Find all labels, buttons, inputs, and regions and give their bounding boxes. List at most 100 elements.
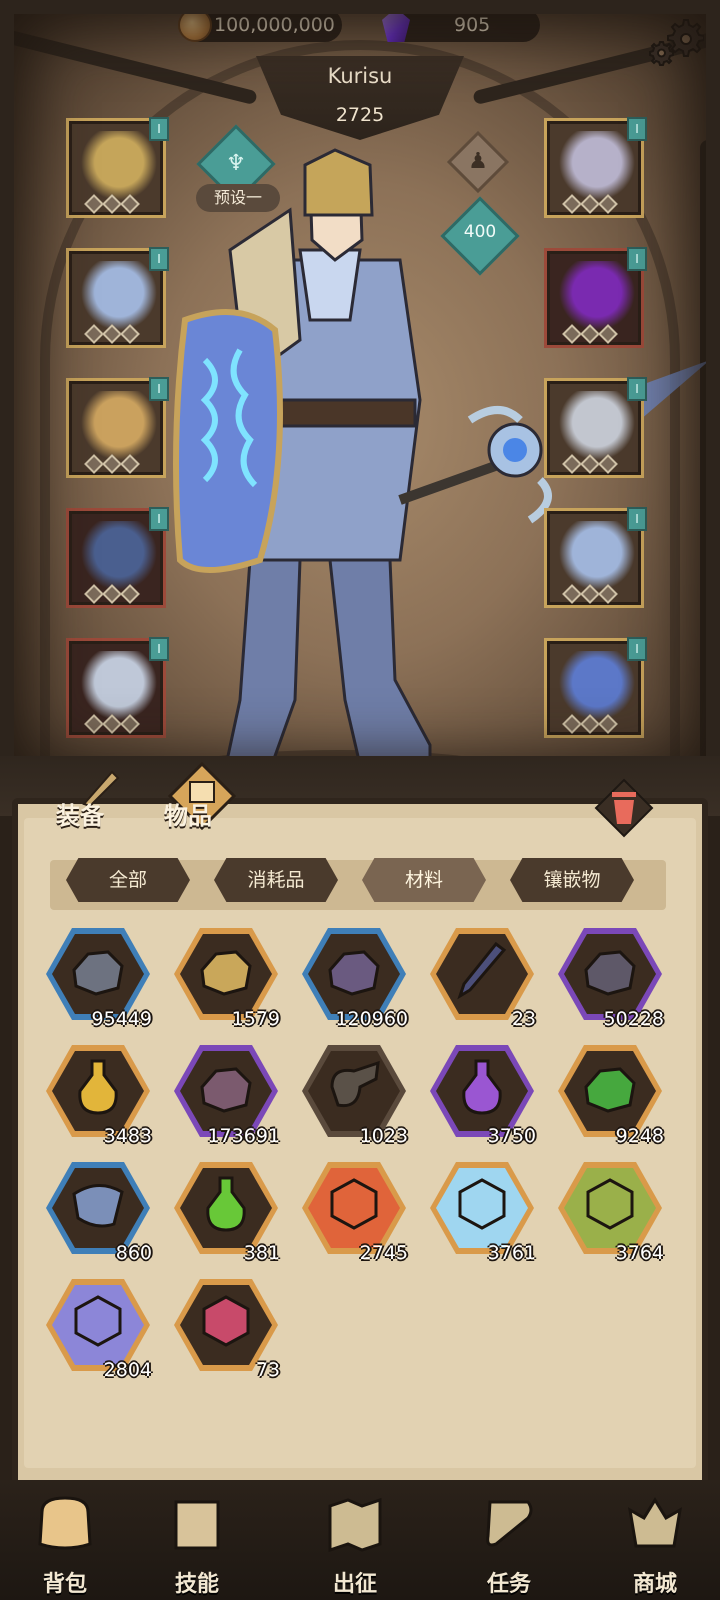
equipment-slot-armor[interactable]: I [66, 247, 169, 348]
tier-badge: I [149, 377, 169, 401]
filter-tab-2[interactable]: 材料 [362, 858, 486, 902]
socket-row [84, 324, 140, 344]
tier-badge: I [149, 507, 169, 531]
scroll-bundle-icon [330, 1060, 380, 1108]
socket-diamond-icon [598, 454, 618, 474]
inventory-item[interactable]: 2804 [42, 1277, 154, 1381]
inventory-item[interactable]: 9248 [554, 1043, 666, 1147]
fire-rune-icon [330, 1178, 378, 1230]
inventory-item[interactable]: 860 [42, 1160, 154, 1264]
inventory-item[interactable]: 23 [426, 926, 538, 1030]
socket-row [562, 194, 618, 214]
iron-ore-icon [72, 950, 124, 996]
inventory-item[interactable]: 3764 [554, 1160, 666, 1264]
socket-row [84, 194, 140, 214]
socket-diamond-icon [120, 584, 140, 604]
gold-ore-icon [200, 950, 252, 996]
socket-row [562, 324, 618, 344]
item-count: 3761 [487, 1242, 536, 1264]
nav-label: 出征 [332, 1572, 377, 1597]
ink-pen-icon [457, 941, 507, 1000]
inventory-item[interactable]: 1579 [170, 926, 282, 1030]
socket-diamond-icon [562, 194, 582, 214]
socket-diamond-icon [580, 714, 600, 734]
nav-quest-scroll[interactable]: 任务 [454, 1484, 564, 1600]
equipment-slot-offhand[interactable]: I [544, 637, 647, 738]
battle-map-icon [328, 1497, 382, 1553]
pants-icon [81, 521, 157, 591]
socket-diamond-icon [598, 584, 618, 604]
tier-badge: I [627, 507, 647, 531]
item-count: 173691 [207, 1125, 280, 1147]
item-count: 3483 [103, 1125, 152, 1147]
socket-diamond-icon [120, 194, 140, 214]
inventory-item[interactable]: 95449 [42, 926, 154, 1030]
socket-diamond-icon [562, 714, 582, 734]
amethyst-ore-icon [328, 950, 380, 996]
coin-icon [178, 8, 212, 42]
equipment-slot-helmet[interactable]: I [66, 117, 169, 218]
shield-icon [559, 651, 635, 721]
inventory-item[interactable]: 2745 [298, 1160, 410, 1264]
socket-diamond-icon [84, 584, 104, 604]
equipment-slot-boots[interactable]: I [66, 637, 169, 738]
item-count: 9248 [615, 1125, 664, 1147]
equipment-slot-necklace[interactable]: I [544, 117, 647, 218]
equipment-slot-ring[interactable]: I [544, 377, 647, 478]
necklace-icon [559, 131, 635, 201]
settings-gear-icon[interactable] [648, 12, 704, 68]
filter-tab-0[interactable]: 全部 [66, 858, 190, 902]
tier-badge: I [149, 247, 169, 271]
socket-row [84, 714, 140, 734]
ice-rune-icon [458, 1178, 506, 1230]
skill-book-icon [174, 1500, 220, 1550]
yellow-potion-icon [78, 1059, 118, 1115]
equipment-slot-bracelet[interactable]: I [544, 247, 647, 348]
nav-label: 商城 [632, 1572, 677, 1597]
inventory-item[interactable]: 120960 [298, 926, 410, 1030]
item-count: 1579 [231, 1008, 280, 1030]
character-level: 400 [463, 222, 497, 242]
item-count: 381 [243, 1242, 280, 1264]
bracelet-icon [559, 261, 635, 331]
tab-equipment[interactable]: 装备 [56, 796, 104, 831]
socket-row [84, 454, 140, 474]
trash-can-icon[interactable] [594, 778, 654, 838]
tier-badge: I [149, 637, 169, 661]
socket-diamond-icon [562, 454, 582, 474]
quest-scroll-icon [486, 1500, 533, 1547]
equipment-slot-pants[interactable]: I [66, 507, 169, 608]
socket-diamond-icon [562, 324, 582, 344]
tab-items[interactable]: 物品 [164, 796, 212, 831]
filter-tab-3[interactable]: 镶嵌物 [510, 858, 634, 902]
item-count: 3764 [615, 1242, 664, 1264]
equipment-slot-weapon[interactable]: I [544, 507, 647, 608]
socket-diamond-icon [102, 324, 122, 344]
nav-shop-crown[interactable]: 商城 [600, 1484, 710, 1600]
helmet-icon [81, 131, 157, 201]
preset-button[interactable]: 预设一 [196, 184, 280, 212]
inventory-item[interactable]: 3483 [42, 1043, 154, 1147]
nav-skill-book[interactable]: 技能 [142, 1484, 252, 1600]
socket-diamond-icon [84, 714, 104, 734]
equipment-slot-gloves[interactable]: I [66, 377, 169, 478]
socket-row [562, 584, 618, 604]
nav-backpack[interactable]: 背包 [10, 1484, 120, 1600]
dark-ore-icon [584, 950, 636, 996]
inventory-item[interactable]: 73 [170, 1277, 282, 1381]
inventory-item[interactable]: 3750 [426, 1043, 538, 1147]
inventory-item[interactable]: 173691 [170, 1043, 282, 1147]
filter-tab-1[interactable]: 消耗品 [214, 858, 338, 902]
socket-row [562, 454, 618, 474]
socket-diamond-icon [580, 454, 600, 474]
character-power: 2725 [335, 104, 385, 126]
inventory-item[interactable]: 3761 [426, 1160, 538, 1264]
inventory-item[interactable]: 1023 [298, 1043, 410, 1147]
inventory-item[interactable]: 381 [170, 1160, 282, 1264]
socket-diamond-icon [84, 324, 104, 344]
inventory-item[interactable]: 50228 [554, 926, 666, 1030]
socket-diamond-icon [598, 194, 618, 214]
socket-diamond-icon [102, 714, 122, 734]
shop-crown-icon [628, 1497, 682, 1548]
nav-battle-map[interactable]: 出征 [300, 1484, 410, 1600]
